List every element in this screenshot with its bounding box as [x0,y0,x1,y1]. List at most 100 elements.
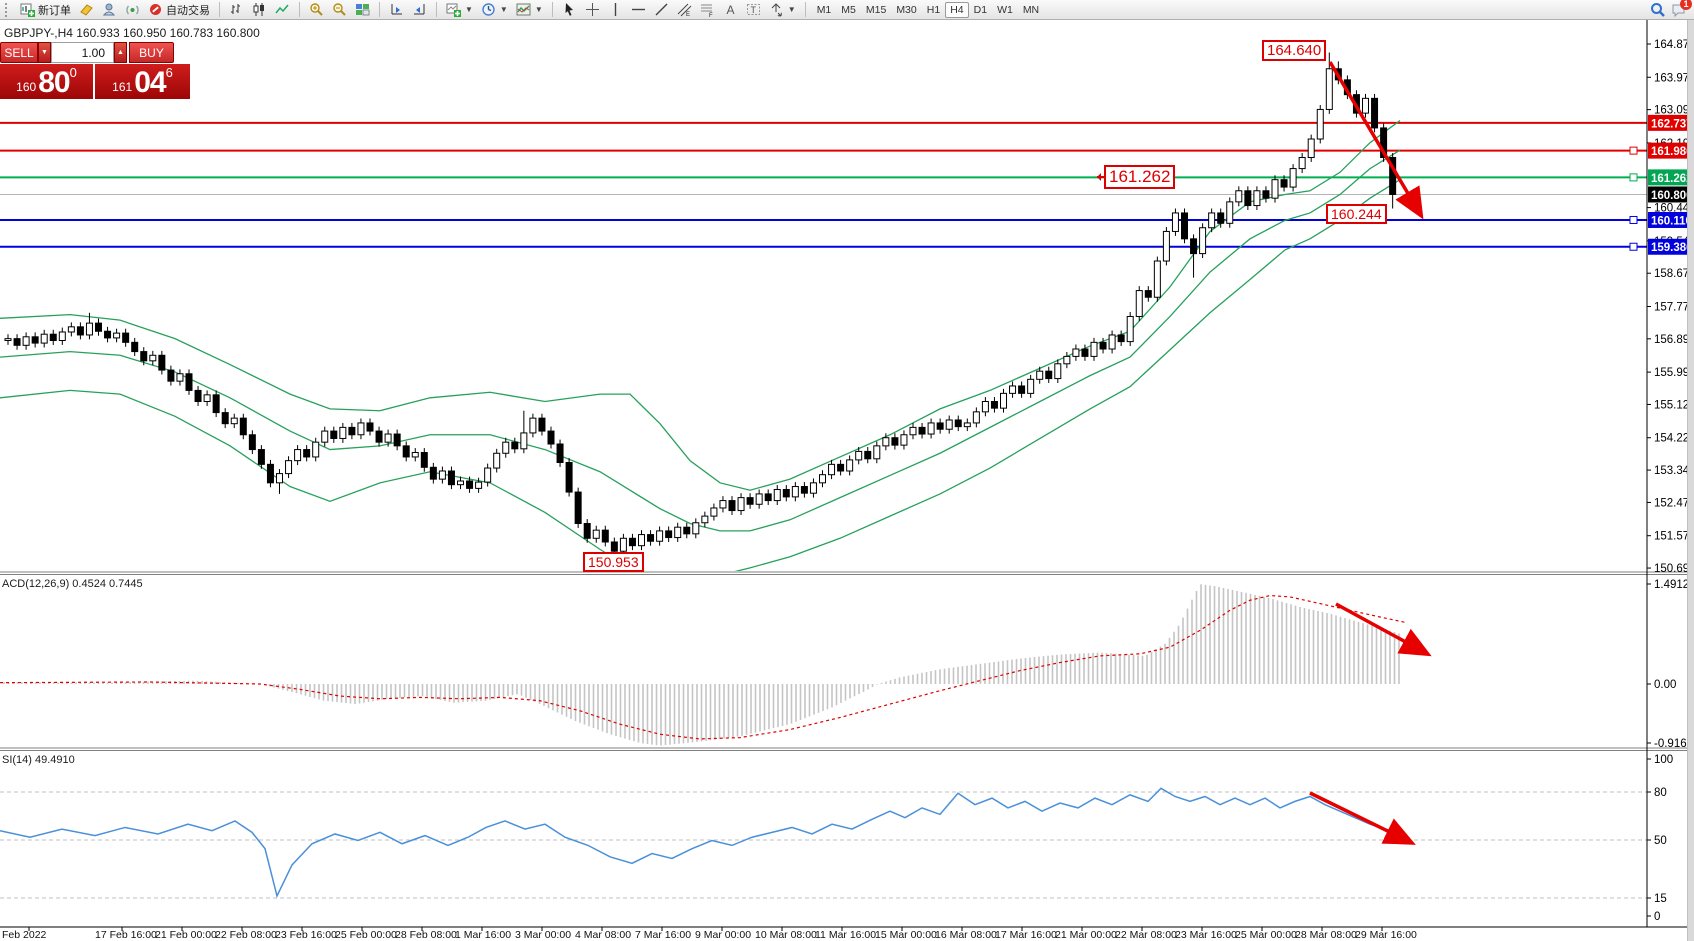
line-handle[interactable] [1630,147,1637,154]
bullish-candle[interactable] [675,527,681,537]
bearish-candle[interactable] [584,524,590,539]
bullish-candle[interactable] [810,483,816,493]
sell-price-display[interactable]: 160 80 0 [0,64,93,99]
bullish-candle[interactable] [1326,69,1332,110]
bearish-candle[interactable] [105,331,111,338]
bullish-candle[interactable] [639,535,645,546]
bullish-candle[interactable] [1055,364,1061,379]
bearish-candle[interactable] [611,542,617,551]
bullish-candle[interactable] [177,374,183,381]
bearish-candle[interactable] [267,464,273,482]
chart-canvas[interactable]: 164.870163.970163.095162.195160.445159.5… [0,0,1694,941]
bearish-candle[interactable] [1046,371,1052,378]
bearish-candle[interactable] [865,451,871,458]
bullish-candle[interactable] [150,355,156,361]
bearish-candle[interactable] [512,442,518,449]
bullish-candle[interactable] [322,431,328,442]
bullish-candle[interactable] [829,464,835,474]
bullish-candle[interactable] [738,498,744,511]
bearish-candle[interactable] [240,418,246,435]
bearish-candle[interactable] [684,527,690,534]
bullish-candle[interactable] [23,337,29,346]
bullish-candle[interactable] [1037,371,1043,379]
bullish-candle[interactable] [295,450,301,461]
bullish-candle[interactable] [1254,191,1260,206]
bullish-candle[interactable] [1127,316,1133,341]
bullish-candle[interactable] [1163,231,1169,261]
bearish-candle[interactable] [467,481,473,488]
bearish-candle[interactable] [1182,213,1188,239]
bullish-candle[interactable] [1363,98,1369,113]
buy-button[interactable]: BUY [129,42,174,63]
bullish-candle[interactable] [86,323,92,335]
bullish-candle[interactable] [530,418,536,433]
bearish-candle[interactable] [919,427,925,434]
bearish-candle[interactable] [1263,191,1269,198]
price-annotation[interactable]: 164.640 [1262,40,1326,61]
bearish-candle[interactable] [421,453,427,468]
bearish-candle[interactable] [648,535,654,542]
price-annotation[interactable]: 160.244 [1326,204,1387,224]
bullish-candle[interactable] [1028,379,1034,393]
buy-price-display[interactable]: 161 04 6 [95,64,190,99]
bullish-candle[interactable] [385,434,391,442]
bearish-candle[interactable] [838,464,844,471]
bullish-candle[interactable] [277,474,283,483]
bearish-candle[interactable] [1281,180,1287,187]
bullish-candle[interactable] [756,494,762,504]
bullish-candle[interactable] [964,423,970,427]
bullish-candle[interactable] [657,531,663,541]
bearish-candle[interactable] [168,370,174,381]
bullish-candle[interactable] [313,442,319,457]
bullish-candle[interactable] [1172,213,1178,231]
bullish-candle[interactable] [1227,202,1233,223]
bullish-candle[interactable] [593,530,599,538]
bullish-candle[interactable] [1209,213,1215,228]
trend-arrow[interactable] [1310,793,1408,841]
bearish-candle[interactable] [892,438,898,445]
bearish-candle[interactable] [666,531,672,538]
bearish-candle[interactable] [548,431,554,444]
bullish-candle[interactable] [847,460,853,471]
bullish-candle[interactable] [503,442,509,453]
bearish-candle[interactable] [991,401,997,408]
bullish-candle[interactable] [928,423,934,434]
bearish-candle[interactable] [955,420,961,427]
bullish-candle[interactable] [1154,261,1160,297]
bullish-candle[interactable] [286,461,292,474]
bearish-candle[interactable] [1082,349,1088,356]
bullish-candle[interactable] [720,501,726,508]
bullish-candle[interactable] [412,453,418,457]
bearish-candle[interactable] [258,450,264,465]
bullish-candle[interactable] [340,427,346,438]
bullish-candle[interactable] [620,538,626,551]
bullish-candle[interactable] [1073,349,1079,356]
bullish-candle[interactable] [910,427,916,434]
bullish-candle[interactable] [5,339,11,341]
bearish-candle[interactable] [765,494,771,501]
bearish-candle[interactable] [32,337,38,343]
bullish-candle[interactable] [68,327,74,332]
bullish-candle[interactable] [1064,356,1070,363]
bullish-candle[interactable] [1290,169,1296,187]
bullish-candle[interactable] [1010,386,1016,393]
bearish-candle[interactable] [403,446,409,457]
bearish-candle[interactable] [801,487,807,494]
bullish-candle[interactable] [1236,191,1242,202]
bearish-candle[interactable] [123,333,129,342]
bearish-candle[interactable] [747,498,753,505]
bullish-candle[interactable] [1308,139,1314,157]
line-handle[interactable] [1630,216,1637,223]
bearish-candle[interactable] [729,501,735,511]
bullish-candle[interactable] [1091,342,1097,356]
volume-decrease-button[interactable]: ▼ [38,42,51,63]
bearish-candle[interactable] [304,450,310,457]
bearish-candle[interactable] [937,423,943,429]
bearish-candle[interactable] [213,395,219,413]
bullish-candle[interactable] [774,489,780,500]
bullish-candle[interactable] [1299,157,1305,168]
bearish-candle[interactable] [186,374,192,391]
bearish-candle[interactable] [141,352,147,361]
bearish-candle[interactable] [602,530,608,542]
bearish-candle[interactable] [1191,239,1197,254]
